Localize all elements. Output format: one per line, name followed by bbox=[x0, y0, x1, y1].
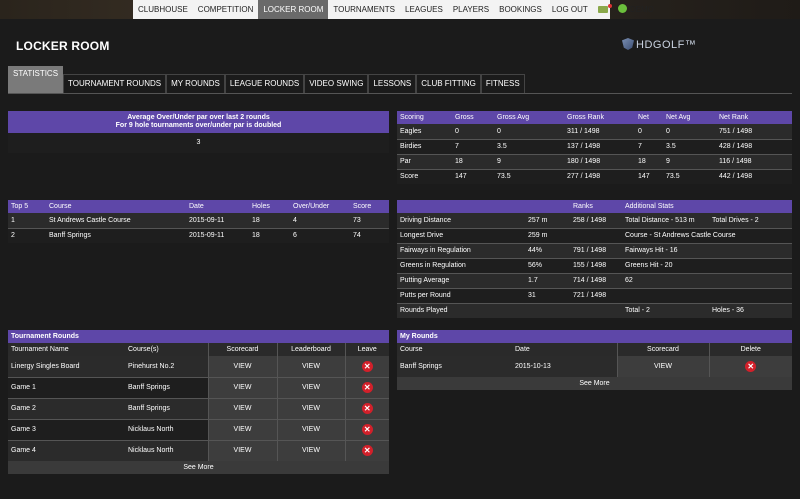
leave-button[interactable]: ✕ bbox=[344, 419, 389, 441]
shield-icon bbox=[622, 38, 634, 50]
scoring-table: Scoring Gross Gross Avg Gross Rank Net N… bbox=[397, 111, 792, 184]
table-row: Longest Drive 259 m Course - St Andrews Ca… bbox=[397, 228, 792, 244]
leaderboard-view-button[interactable]: VIEW bbox=[276, 419, 345, 441]
close-icon: ✕ bbox=[361, 445, 373, 457]
see-more-button[interactable]: See More bbox=[8, 461, 389, 474]
tab-bar: STATISTICS TOURNAMENT ROUNDS MY ROUNDS L… bbox=[8, 66, 525, 93]
tournament-header-row: Tournament Name Course(s) Scorecard Lead… bbox=[8, 343, 389, 356]
tab-club-fitting[interactable]: CLUB FITTING bbox=[416, 74, 481, 93]
leaderboard-view-button[interactable]: VIEW bbox=[276, 440, 345, 461]
nav-clubhouse[interactable]: CLUBHOUSE bbox=[133, 0, 193, 19]
average-header: Average Over/Under par over last 2 round… bbox=[8, 111, 389, 133]
delete-button[interactable]: ✕ bbox=[708, 356, 792, 377]
nav-leagues[interactable]: LEAGUES bbox=[400, 0, 448, 19]
scorecard-view-button[interactable]: VIEW bbox=[616, 356, 709, 377]
tab-video-swing[interactable]: VIDEO SWING bbox=[304, 74, 369, 93]
top-navigation: CLUBHOUSE COMPETITION LOCKER ROOM TOURNA… bbox=[133, 0, 654, 19]
my-rounds-header-row: Course Date Scorecard Delete bbox=[397, 343, 792, 356]
table-row: Birdies 7 3.5 137 / 1498 7 3.5 428 / 1498 bbox=[397, 139, 792, 155]
table-row: Banff Springs 2015-10-13 VIEW ✕ bbox=[397, 356, 792, 377]
table-row: Driving Distance 257 m 258 / 1498 Total Dis… bbox=[397, 213, 792, 229]
my-rounds-table: My Rounds Course Date Scorecard Delete B… bbox=[397, 330, 792, 390]
average-box: Average Over/Under par over last 2 round… bbox=[8, 111, 389, 153]
table-row: Putting Average 1.7 714 / 1498 62 bbox=[397, 273, 792, 289]
my-rounds-title: My Rounds bbox=[397, 330, 792, 343]
stats-header-row: Ranks Additional Stats bbox=[397, 200, 792, 213]
table-row: Rounds Played Total - 2 Holes - 36 bbox=[397, 303, 792, 318]
table-row: Game 4 Nicklaus North VIEW VIEW ✕ bbox=[8, 440, 389, 461]
user-name: DEMO bbox=[629, 5, 654, 14]
tab-statistics[interactable]: STATISTICS bbox=[8, 66, 64, 93]
tournament-rounds-table: Tournament Rounds Tournament Name Course… bbox=[8, 330, 389, 474]
tab-league-rounds[interactable]: LEAGUE ROUNDS bbox=[224, 74, 305, 93]
table-row: Eagles 0 0 311 / 1498 0 0 751 / 1498 bbox=[397, 124, 792, 140]
scorecard-view-button[interactable]: VIEW bbox=[207, 377, 277, 399]
close-icon: ✕ bbox=[361, 382, 373, 393]
leaderboard-view-button[interactable]: VIEW bbox=[276, 356, 345, 378]
brand-logo: HDGOLF™ bbox=[622, 38, 696, 51]
scorecard-view-button[interactable]: VIEW bbox=[207, 440, 277, 461]
table-row: Linergy Singles Board Pinehurst No.2 VIEW… bbox=[8, 356, 389, 378]
leave-button[interactable]: ✕ bbox=[344, 377, 389, 399]
table-row: 1 St Andrews Castle Course 2015-09-11 18 4 73 bbox=[8, 213, 389, 229]
leave-button[interactable]: ✕ bbox=[344, 356, 389, 378]
stats-table: Ranks Additional Stats Driving Distance 2… bbox=[397, 200, 792, 318]
table-row: Game 2 Banff Springs VIEW VIEW ✕ bbox=[8, 398, 389, 420]
average-value: 3 bbox=[8, 133, 389, 153]
top5-header-row: Top 5 Course Date Holes Over/Under Score bbox=[8, 200, 389, 213]
see-more-button[interactable]: See More bbox=[397, 377, 792, 390]
nav-bookings[interactable]: BOOKINGS bbox=[494, 0, 547, 19]
messages-button[interactable] bbox=[593, 0, 613, 19]
table-row: 2 Banff Springs 2015-09-11 18 6 74 bbox=[8, 228, 389, 243]
leave-button[interactable]: ✕ bbox=[344, 398, 389, 420]
tournament-rounds-title: Tournament Rounds bbox=[8, 330, 389, 343]
tab-lessons[interactable]: LESSONS bbox=[368, 74, 417, 93]
nav-players[interactable]: PLAYERS bbox=[448, 0, 494, 19]
notification-badge bbox=[607, 4, 612, 8]
tab-tournament-rounds[interactable]: TOURNAMENT ROUNDS bbox=[63, 74, 167, 93]
top5-table: Top 5 Course Date Holes Over/Under Score… bbox=[8, 200, 389, 243]
tab-my-rounds[interactable]: MY ROUNDS bbox=[166, 74, 225, 93]
scorecard-view-button[interactable]: VIEW bbox=[207, 356, 277, 378]
tab-divider bbox=[8, 93, 792, 94]
table-row: Fairways in Regulation 44% 791 / 1498 Fairw… bbox=[397, 243, 792, 259]
tab-fitness[interactable]: FITNESS bbox=[480, 74, 525, 93]
nav-locker-room[interactable]: LOCKER ROOM bbox=[258, 0, 329, 19]
table-row: Greens in Regulation 56% 155 / 1498 Greens … bbox=[397, 258, 792, 274]
scorecard-view-button[interactable]: VIEW bbox=[207, 398, 277, 420]
scorecard-view-button[interactable]: VIEW bbox=[207, 419, 277, 441]
nav-competition[interactable]: COMPETITION bbox=[193, 0, 259, 19]
table-row: Par 18 9 180 / 1498 18 9 116 / 1498 bbox=[397, 154, 792, 170]
table-row: Putts per Round 31 721 / 1498 bbox=[397, 288, 792, 304]
scoring-header-row: Scoring Gross Gross Avg Gross Rank Net N… bbox=[397, 111, 792, 124]
user-icon bbox=[617, 4, 627, 13]
close-icon: ✕ bbox=[361, 403, 373, 414]
nav-tournaments[interactable]: TOURNAMENTS bbox=[328, 0, 400, 19]
close-icon: ✕ bbox=[361, 360, 373, 372]
nav-log-out[interactable]: LOG OUT bbox=[547, 0, 593, 19]
table-row: Game 3 Nicklaus North VIEW VIEW ✕ bbox=[8, 419, 389, 441]
table-row: Game 1 Banff Springs VIEW VIEW ✕ bbox=[8, 377, 389, 399]
leaderboard-view-button[interactable]: VIEW bbox=[276, 398, 345, 420]
mail-icon bbox=[597, 6, 608, 13]
page-title: LOCKER ROOM bbox=[16, 39, 110, 53]
user-menu[interactable]: DEMO bbox=[613, 0, 659, 19]
close-icon: ✕ bbox=[361, 424, 373, 435]
table-row: Score 147 73.5 277 / 1498 147 73.5 442 / 1498 bbox=[397, 169, 792, 184]
close-icon: ✕ bbox=[745, 361, 757, 372]
leaderboard-view-button[interactable]: VIEW bbox=[276, 377, 345, 399]
leave-button[interactable]: ✕ bbox=[344, 440, 389, 461]
